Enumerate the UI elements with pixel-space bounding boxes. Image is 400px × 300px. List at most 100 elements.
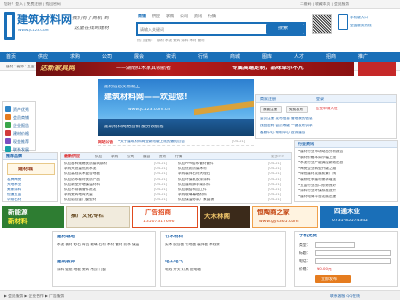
- search-tab[interactable]: 行情: [208, 14, 216, 18]
- login-link-row[interactable]: 客服中心 帮助中心 投诉建议: [260, 131, 305, 135]
- category-title[interactable]: 竹木材料: [165, 235, 183, 240]
- news-tab[interactable]: 展会: [143, 155, 150, 159]
- brand-item[interactable]: 大地木业: [7, 183, 21, 187]
- ad-culture[interactable]: 推广文化专栏: [66, 206, 130, 228]
- brand-banner[interactable]: 建材城: [7, 163, 55, 175]
- news-item[interactable]: 供应高档实木复合地板: [64, 172, 150, 176]
- news-item[interactable]: 供应环保乳胶漆涂料: [178, 178, 264, 182]
- news-tab[interactable]: 求购: [111, 155, 118, 159]
- news-item[interactable]: 求购装饰石材大理石: [178, 172, 264, 176]
- category-links[interactable]: 涂料 壁纸 地板 瓷砖 吊顶 门窗: [57, 268, 153, 272]
- news-item[interactable]: 供应钢结构加工件: [178, 188, 264, 192]
- brand-item[interactable]: 美家涂料: [7, 188, 21, 192]
- footer-contact[interactable]: 联系客服 QQ在线: [330, 294, 360, 298]
- news-item[interactable]: •五金行业出口形势良好: [298, 184, 396, 188]
- hot-words[interactable]: 钢材 水泥 瓷砖 涂料 木材 管材: [157, 39, 205, 43]
- search-tab[interactable]: 公司: [180, 14, 188, 18]
- ad-sitong[interactable]: 四通木业 0731-85574342: [320, 206, 398, 228]
- category-title[interactable]: 建筑装饰: [57, 260, 75, 265]
- hero-banner[interactable]: 建材信息交易就上 建筑材料网——欢迎您! www.jc123.com.cn 建筑…: [98, 79, 254, 136]
- news-tab[interactable]: 行情: [175, 155, 182, 159]
- ad-damulinge[interactable]: 大木林阁: [200, 206, 250, 228]
- nav-item[interactable]: 供应: [38, 54, 48, 60]
- search-tab[interactable]: 资讯: [194, 14, 202, 18]
- news-item[interactable]: 供应保温砂浆厂家直销: [178, 198, 264, 202]
- notice-text[interactable]: •关于建筑材料网全新改版上线的通知公告: [118, 140, 185, 144]
- ad-recruit[interactable]: 广告招商 13507317696: [132, 206, 198, 228]
- login-tab[interactable]: 商家注册: [260, 97, 276, 101]
- nav-item[interactable]: 求购: [70, 54, 80, 60]
- news-item[interactable]: 供应防水卷材优质产品: [64, 178, 150, 182]
- nav-item[interactable]: 资讯: [166, 54, 176, 60]
- nav-item[interactable]: 公司: [102, 54, 112, 60]
- news-item[interactable]: •建材行业市场动态分析报告: [298, 150, 396, 154]
- news-item[interactable]: 供应新型外墙保温材料: [64, 183, 150, 187]
- register-button[interactable]: 我要注册: [260, 106, 282, 113]
- sidebar-item[interactable]: 资产优秀: [5, 105, 35, 113]
- news-item[interactable]: 供应不锈钢管件批发: [64, 188, 150, 192]
- publish-submit-button[interactable]: 立即发布: [315, 275, 351, 283]
- news-item[interactable]: •水泥行业产能调控新政出台: [298, 161, 396, 165]
- news-item[interactable]: •绿色建材发展前景广阔: [298, 172, 396, 176]
- publish-button[interactable]: 免费发布: [286, 106, 308, 113]
- top-left-links[interactable]: 您好！登入 | 免费注册 | 找回密码: [4, 2, 61, 6]
- category-links[interactable]: 实木 胶合板 竹地板 装饰板 木线条: [165, 243, 283, 247]
- news-item[interactable]: 供应铝合金门窗型材: [64, 198, 150, 202]
- logo-name[interactable]: 建筑材料网: [17, 14, 72, 25]
- category-links[interactable]: 水泥 钢材 砂石 砖瓦 玻璃 石材 木材 管材 防水 保温: [57, 243, 153, 247]
- footer-links[interactable]: ▶ 会员服务 ▶ 企业合作 ▶ 广告服务: [4, 294, 64, 298]
- news-more-link[interactable]: 更多>>: [271, 155, 284, 159]
- nav-item[interactable]: 推广: [358, 54, 368, 60]
- category-title[interactable]: 建材城地: [57, 235, 75, 240]
- category-title[interactable]: 电工电气: [165, 260, 183, 265]
- sidebar-item[interactable]: 企业报告: [5, 121, 35, 129]
- nav-item[interactable]: 商城: [230, 54, 240, 60]
- nav-item[interactable]: 展会: [134, 54, 144, 60]
- brand-item[interactable]: 华翔石材: [7, 198, 21, 202]
- news-tab[interactable]: 资讯: [159, 155, 166, 159]
- news-item[interactable]: 求购大批量优质水泥: [64, 167, 150, 171]
- category-links[interactable]: 电线 开关 灯具 配电箱: [165, 268, 283, 272]
- nav-item[interactable]: 图库: [262, 54, 272, 60]
- news-item[interactable]: •涂料行业环保标准提升: [298, 189, 396, 193]
- top-right-links[interactable]: 二维码 | 收藏本页 | 会员服务: [300, 2, 349, 6]
- news-item[interactable]: 供应PPR给水管材管件: [178, 162, 264, 166]
- sidebar-item[interactable]: 建材价格: [5, 129, 35, 137]
- title-input[interactable]: [315, 250, 391, 256]
- login-link-row[interactable]: 会员注册 发布信息 管理我的信息: [260, 117, 313, 121]
- news-tab[interactable]: 公司: [127, 155, 134, 159]
- news-item[interactable]: •钢材价格本周小幅上涨: [298, 156, 396, 160]
- news-tab[interactable]: 供应: [95, 155, 102, 159]
- nav-item[interactable]: 首页: [6, 54, 16, 60]
- brand-item[interactable]: 名牌陶瓷: [7, 178, 21, 182]
- sidebar-item[interactable]: 现金推荐: [5, 137, 35, 145]
- phone-label-1[interactable]: 手机版入口: [350, 16, 368, 20]
- news-item[interactable]: •陶瓷企业转型升级之路: [298, 167, 396, 171]
- nav-item[interactable]: 行情: [198, 54, 208, 60]
- news-item[interactable]: 供应建筑脚手架扣件: [178, 183, 264, 187]
- search-tab[interactable]: 供应: [152, 14, 160, 18]
- apply-link[interactable]: 企业申请入驻: [316, 106, 354, 113]
- brand-item[interactable]: 恒通五金: [7, 193, 21, 197]
- news-item[interactable]: •装修旺季建材需求增加: [298, 178, 396, 182]
- search-button[interactable]: 搜索: [266, 24, 304, 34]
- phone-input[interactable]: [315, 258, 391, 264]
- ad-new-energy[interactable]: 新能源 新材料: [2, 206, 64, 228]
- search-tab[interactable]: 商铺: [138, 14, 146, 18]
- news-item[interactable]: 求购玻璃幕墙材料: [178, 193, 264, 197]
- login-tab[interactable]: 登录: [316, 97, 324, 101]
- news-item[interactable]: 供应优质防腐木材: [178, 167, 264, 171]
- news-item[interactable]: 供应各种规格优质建筑钢材: [64, 162, 150, 166]
- banner-right-ad[interactable]: [358, 62, 396, 76]
- banner-ad[interactable]: 达新家具网 ——湖南红木家具领航者 专属高端定制，品味卓尔不凡: [36, 62, 354, 76]
- type-select[interactable]: [315, 242, 355, 248]
- sidebar-item[interactable]: 会员商铺: [5, 113, 35, 121]
- search-tab[interactable]: 求购: [166, 14, 174, 18]
- news-item[interactable]: 求购瓷砖地砖大量: [64, 193, 150, 197]
- ad-hengtao[interactable]: 恒陶商之家 www.gys365.com: [252, 206, 318, 228]
- login-link-row[interactable]: 找回密码 会员等级 一键发布供求: [260, 124, 313, 128]
- nav-item[interactable]: 招商: [326, 54, 336, 60]
- nav-item[interactable]: 人才: [294, 54, 304, 60]
- search-input[interactable]: [140, 25, 260, 34]
- news-item[interactable]: •建材电商平台发展迅速: [298, 195, 396, 199]
